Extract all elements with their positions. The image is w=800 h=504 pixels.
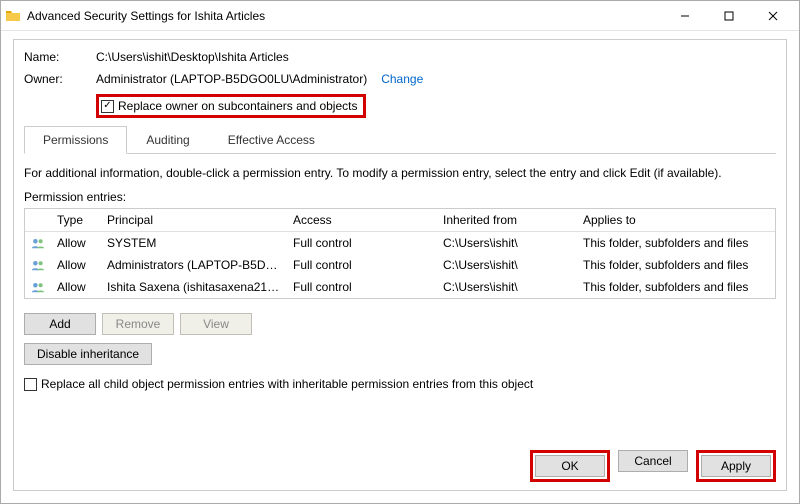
remove-button: Remove	[102, 313, 174, 335]
cell-access: Full control	[287, 276, 437, 298]
tab-auditing[interactable]: Auditing	[127, 126, 208, 154]
dialog-footer: OK Cancel Apply	[530, 450, 776, 482]
table-row[interactable]: AllowAdministrators (LAPTOP-B5DGO...Full…	[25, 254, 775, 276]
col-access[interactable]: Access	[287, 209, 437, 231]
cell-access: Full control	[287, 232, 437, 254]
replace-owner-label: Replace owner on subcontainers and objec…	[118, 99, 357, 113]
tab-bar: Permissions Auditing Effective Access	[24, 126, 776, 154]
tab-permissions[interactable]: Permissions	[24, 126, 127, 154]
cancel-button[interactable]: Cancel	[618, 450, 688, 472]
view-button: View	[180, 313, 252, 335]
cell-inherited: C:\Users\ishit\	[437, 254, 577, 276]
table-row[interactable]: AllowSYSTEMFull controlC:\Users\ishit\Th…	[25, 232, 775, 254]
replace-owner-highlight: ✓ Replace owner on subcontainers and obj…	[96, 94, 366, 118]
cell-applies: This folder, subfolders and files	[577, 254, 775, 276]
col-principal[interactable]: Principal	[101, 209, 287, 231]
apply-button[interactable]: Apply	[701, 455, 771, 477]
ok-highlight: OK	[530, 450, 610, 482]
info-text: For additional information, double-click…	[24, 166, 776, 180]
titlebar: Advanced Security Settings for Ishita Ar…	[1, 1, 799, 31]
cell-inherited: C:\Users\ishit\	[437, 232, 577, 254]
replace-child-checkbox[interactable]	[24, 378, 37, 391]
replace-child-label: Replace all child object permission entr…	[41, 377, 533, 391]
change-owner-link[interactable]: Change	[381, 72, 423, 86]
name-value: C:\Users\ishit\Desktop\Ishita Articles	[96, 50, 289, 64]
entries-label: Permission entries:	[24, 190, 776, 204]
permissions-table: Type Principal Access Inherited from App…	[24, 208, 776, 299]
minimize-button[interactable]	[663, 2, 707, 30]
apply-highlight: Apply	[696, 450, 776, 482]
window-title: Advanced Security Settings for Ishita Ar…	[27, 9, 663, 23]
col-type[interactable]: Type	[51, 209, 101, 231]
close-button[interactable]	[751, 2, 795, 30]
cell-principal: SYSTEM	[101, 232, 287, 254]
principal-icon	[25, 232, 51, 254]
tab-effective-access[interactable]: Effective Access	[209, 126, 334, 154]
cell-inherited: C:\Users\ishit\	[437, 276, 577, 298]
principal-icon	[25, 276, 51, 298]
replace-owner-checkbox[interactable]: ✓	[101, 100, 114, 113]
owner-label: Owner:	[24, 72, 96, 86]
ok-button[interactable]: OK	[535, 455, 605, 477]
cell-access: Full control	[287, 254, 437, 276]
table-row[interactable]: AllowIshita Saxena (ishitasaxena2109...F…	[25, 276, 775, 298]
col-inherited[interactable]: Inherited from	[437, 209, 577, 231]
table-header: Type Principal Access Inherited from App…	[25, 209, 775, 232]
cell-type: Allow	[51, 276, 101, 298]
maximize-button[interactable]	[707, 2, 751, 30]
cell-applies: This folder, subfolders and files	[577, 232, 775, 254]
disable-inheritance-button[interactable]: Disable inheritance	[24, 343, 152, 365]
cell-principal: Ishita Saxena (ishitasaxena2109...	[101, 276, 287, 298]
cell-type: Allow	[51, 232, 101, 254]
principal-icon	[25, 254, 51, 276]
owner-value: Administrator (LAPTOP-B5DGO0LU\Administr…	[96, 72, 367, 86]
name-label: Name:	[24, 50, 96, 64]
content-panel: Name: C:\Users\ishit\Desktop\Ishita Arti…	[13, 39, 787, 491]
cell-principal: Administrators (LAPTOP-B5DGO...	[101, 254, 287, 276]
cell-applies: This folder, subfolders and files	[577, 276, 775, 298]
col-applies[interactable]: Applies to	[577, 209, 775, 231]
folder-icon	[5, 8, 21, 24]
add-button[interactable]: Add	[24, 313, 96, 335]
cell-type: Allow	[51, 254, 101, 276]
security-dialog: Advanced Security Settings for Ishita Ar…	[0, 0, 800, 504]
